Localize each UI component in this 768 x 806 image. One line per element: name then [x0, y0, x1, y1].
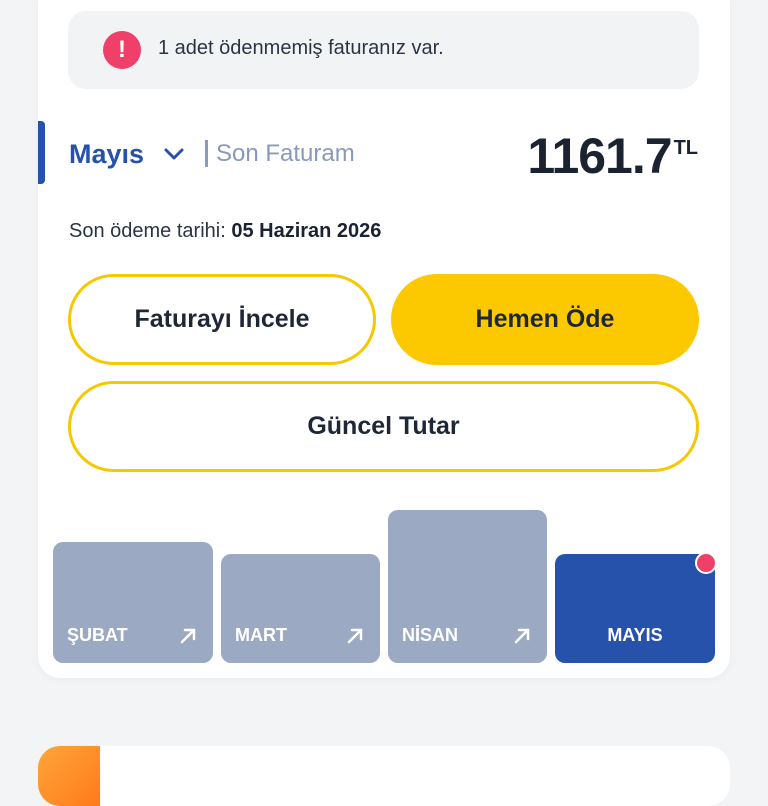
due-date-value: 05 Haziran 2026	[231, 220, 382, 242]
review-invoice-button[interactable]: Faturayı İncele	[68, 274, 376, 365]
unpaid-invoice-alert[interactable]: ! 1 adet ödenmemiş faturanız var.	[68, 11, 699, 89]
unpaid-indicator-dot	[695, 552, 717, 574]
arrow-up-right-icon	[514, 628, 530, 644]
arrow-up-right-icon	[347, 628, 363, 644]
exclamation-icon: !	[103, 31, 141, 69]
history-bar-nisan[interactable]: NİSAN	[388, 510, 547, 663]
history-bar-mayis[interactable]: MAYIS	[555, 552, 717, 663]
next-card[interactable]	[38, 746, 730, 806]
current-amount-button[interactable]: Güncel Tutar	[68, 381, 699, 472]
chevron-down-icon[interactable]	[162, 142, 186, 166]
currency-label: TL	[673, 137, 698, 159]
bar-label: NİSAN	[402, 625, 459, 645]
bar-label: MART	[235, 625, 287, 645]
history-bar-mart[interactable]: MART	[221, 554, 380, 663]
divider	[205, 140, 208, 167]
last-invoice-label: Son Faturam	[216, 140, 355, 167]
alert-message: 1 adet ödenmemiş faturanız var.	[158, 37, 444, 59]
history-bar-subat[interactable]: ŞUBAT	[53, 542, 213, 663]
section-accent-bar	[38, 121, 45, 184]
invoice-amount: 1161.7 TL	[527, 128, 698, 197]
amount-value: 1161.7	[527, 128, 672, 184]
due-date-text: Son ödeme tarihi: 05 Haziran 2026	[69, 217, 381, 245]
due-date-label: Son ödeme tarihi:	[69, 220, 226, 242]
pay-now-button[interactable]: Hemen Öde	[391, 274, 699, 365]
bar-label: ŞUBAT	[67, 625, 128, 645]
arrow-up-right-icon	[180, 628, 196, 644]
bar-label: MAYIS	[607, 625, 663, 645]
month-selector[interactable]: Mayıs	[69, 136, 144, 172]
card-accent	[38, 746, 100, 806]
